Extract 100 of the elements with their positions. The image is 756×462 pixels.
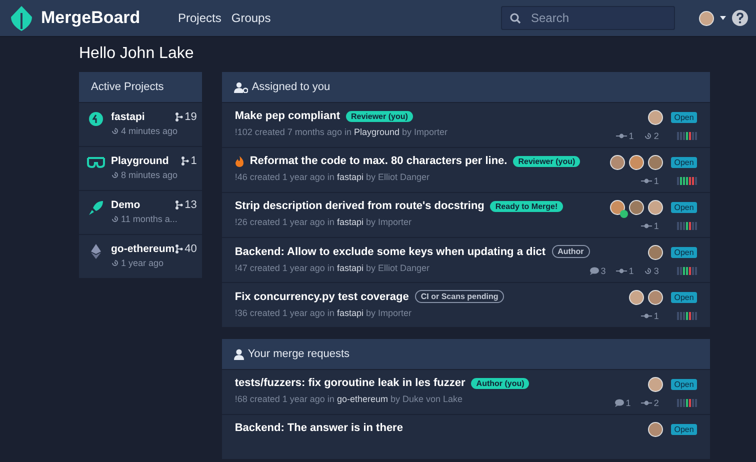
project-item[interactable]: go-ethereum 40 1 year ago bbox=[79, 234, 202, 278]
merge-request-meta: !47 created 1 year ago in fastapi by Elliot Danger bbox=[234, 263, 431, 273]
merge-request-row[interactable]: Backend: The answer is in there Open bbox=[222, 414, 710, 459]
merge-request-row[interactable]: Reformat the code to max. 80 characters per line. Reviewer (you) !46 created 1 year ago in fastapi by Elliot Danger Open 1 bbox=[222, 147, 710, 192]
merge-request-meta: !26 created 1 year ago in fastapi by Importer bbox=[234, 217, 413, 227]
merge-request-title[interactable]: Make pep compliant bbox=[234, 110, 340, 122]
status-badge: Open bbox=[671, 379, 697, 390]
card-title: Assigned to you bbox=[252, 81, 330, 93]
comment-icon bbox=[614, 399, 624, 407]
rocket-icon bbox=[88, 200, 104, 216]
project-item[interactable]: fastapi 19 4 minutes ago bbox=[79, 102, 202, 146]
stat-count: 1 bbox=[654, 221, 659, 231]
merge-request-row[interactable]: Backend: Allow to exclude some keys when updating a dict Author !47 created 1 year ago in fastapi by Elliot Danger Open 3 1 3 bbox=[222, 237, 710, 282]
project-link[interactable]: fastapi bbox=[336, 263, 364, 273]
commit-icon bbox=[640, 223, 652, 229]
status-badge: Open bbox=[671, 247, 697, 258]
merge-request-title[interactable]: Strip description derived from route's docstring bbox=[234, 200, 484, 212]
commit-icon bbox=[640, 178, 652, 184]
commit-icon bbox=[616, 268, 627, 274]
pipeline-drawing bbox=[676, 312, 697, 320]
pipeline-drawing bbox=[676, 177, 697, 185]
stat-count: 2 bbox=[654, 131, 659, 141]
merge-count: 19 bbox=[184, 111, 197, 123]
stat-count: 3 bbox=[600, 266, 606, 276]
stat-count: 1 bbox=[628, 266, 634, 276]
history-icon bbox=[111, 259, 119, 267]
project-time: 4 minutes ago bbox=[121, 126, 178, 136]
nav-link[interactable]: Projects bbox=[178, 11, 222, 25]
pipeline-drawing bbox=[676, 267, 697, 275]
merge-request-title[interactable]: Backend: Allow to exclude some keys when updating a dict bbox=[234, 246, 546, 258]
comment-icon bbox=[590, 267, 599, 275]
diamond-icon bbox=[91, 244, 101, 259]
status-badge: Open bbox=[671, 292, 697, 303]
project-link[interactable]: Playground bbox=[354, 127, 400, 137]
project-link[interactable]: fastapi bbox=[336, 217, 364, 227]
merge-request-title[interactable]: tests/fuzzers: fix goroutine leak in les fuzzer bbox=[234, 377, 466, 389]
brand-name[interactable]: MergeBoard bbox=[41, 8, 140, 28]
merge-request-title[interactable]: Reformat the code to max. 80 characters per line. bbox=[250, 155, 508, 167]
stat-count: 1 bbox=[626, 398, 631, 408]
commit-icon bbox=[640, 313, 652, 319]
stat-count: 1 bbox=[654, 311, 659, 321]
project-item[interactable]: Demo 13 11 months a... bbox=[79, 190, 202, 234]
stat-count: 1 bbox=[628, 131, 634, 141]
project-name: fastapi bbox=[111, 111, 145, 123]
merge-request-title[interactable]: Backend: The answer is in there bbox=[234, 422, 403, 434]
project-time: 11 months a... bbox=[121, 214, 178, 224]
stat-count: 2 bbox=[654, 398, 659, 408]
history-icon bbox=[644, 267, 652, 275]
project-link[interactable]: go-ethereum bbox=[336, 394, 388, 404]
user-avatar[interactable] bbox=[699, 10, 714, 26]
stat-count: 3 bbox=[654, 266, 659, 276]
search-icon bbox=[510, 12, 521, 24]
pipeline-drawing bbox=[676, 399, 697, 407]
merge-request-row[interactable]: tests/fuzzers: fix goroutine leak in les fuzzer Author (you) !68 created 1 year ago in go-ethereum by Duke von Lake Open 1 2 bbox=[222, 369, 710, 414]
history-icon bbox=[111, 215, 119, 223]
status-badge: Open bbox=[671, 424, 697, 435]
role-tag: Ready to Merge! bbox=[490, 200, 563, 212]
merge-count: 1 bbox=[190, 155, 197, 167]
merge-icon bbox=[180, 156, 189, 166]
merge-request-row[interactable]: Fix concurrency.py test coverage CI or Scans pending !36 created 1 year ago in fastapi by Importer Open 1 bbox=[222, 282, 710, 327]
project-item[interactable]: Playground 1 8 minutes ago bbox=[79, 146, 202, 190]
merge-count: 13 bbox=[184, 199, 197, 211]
commit-icon bbox=[616, 133, 627, 139]
glasses-icon bbox=[87, 156, 105, 168]
role-tag: Author (you) bbox=[471, 378, 530, 388]
project-name: Playground bbox=[111, 155, 169, 167]
project-link[interactable]: fastapi bbox=[336, 172, 364, 182]
greeting: Hello John Lake bbox=[79, 45, 195, 63]
role-tag: Reviewer (you) bbox=[346, 110, 413, 122]
user-gear-icon bbox=[234, 82, 248, 92]
history-icon bbox=[111, 127, 119, 135]
commit-icon bbox=[640, 400, 652, 406]
caret-icon[interactable] bbox=[720, 16, 726, 20]
merge-request-meta: !46 created 1 year ago in fastapi by Elliot Danger bbox=[234, 172, 431, 182]
role-tag: Reviewer (you) bbox=[513, 156, 580, 166]
history-icon bbox=[644, 132, 652, 140]
help-icon[interactable] bbox=[732, 10, 748, 26]
pipeline-drawing bbox=[676, 222, 697, 230]
merge-request-row[interactable]: Make pep compliant Reviewer (you) !102 created 7 months ago in Playground by Importer Open 1 2 bbox=[222, 102, 710, 147]
card-title: Your merge requests bbox=[248, 348, 350, 360]
merge-icon bbox=[174, 200, 183, 210]
merge-request-title[interactable]: Fix concurrency.py test coverage bbox=[234, 290, 409, 302]
panel-title: Active Projects bbox=[79, 72, 202, 102]
role-tag: Author bbox=[552, 245, 590, 258]
project-time: 8 minutes ago bbox=[121, 170, 178, 180]
status-badge: Open bbox=[671, 112, 697, 123]
history-icon bbox=[111, 171, 119, 179]
pipeline-drawing bbox=[676, 132, 697, 140]
user-icon bbox=[234, 348, 244, 360]
search-box[interactable]: Search bbox=[501, 6, 675, 30]
project-time: 1 year ago bbox=[121, 258, 164, 268]
nav-link[interactable]: Groups bbox=[231, 11, 271, 25]
merge-request-row[interactable]: Strip description derived from route's docstring Ready to Merge! !26 created 1 year ago in fastapi by Importer Open 1 bbox=[222, 192, 710, 237]
search-field[interactable]: Search bbox=[529, 10, 663, 26]
merge-icon bbox=[174, 244, 183, 254]
project-name: Demo bbox=[111, 199, 140, 211]
merge-request-meta: !36 created 1 year ago in fastapi by Importer bbox=[234, 308, 413, 318]
project-link[interactable]: fastapi bbox=[336, 308, 364, 318]
reviewer-avatar bbox=[610, 200, 626, 215]
stat-count: 1 bbox=[654, 176, 659, 186]
